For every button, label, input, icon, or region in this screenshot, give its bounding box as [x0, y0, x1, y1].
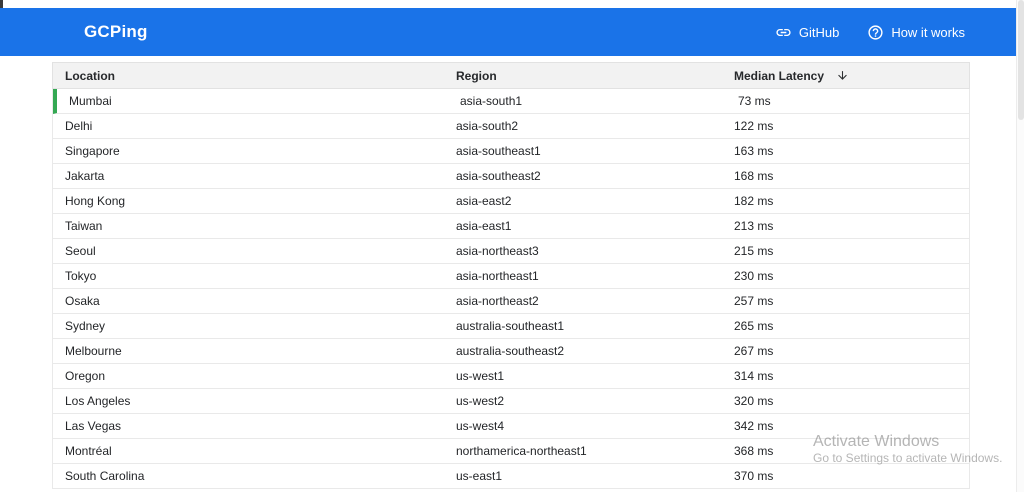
location-cell: Montréal	[65, 444, 112, 458]
location-cell: Delhi	[65, 119, 93, 133]
latency-cell: 267 ms	[734, 344, 774, 358]
region-cell: us-west4	[456, 419, 505, 433]
how-it-works-link[interactable]: How it works	[867, 24, 965, 41]
region-cell: us-west2	[456, 394, 505, 408]
region-cell: australia-southeast2	[456, 344, 565, 358]
region-cell: asia-east2	[456, 194, 512, 208]
region-cell: australia-southeast1	[456, 319, 565, 333]
table-body: Mumbai asia-south1 73 ms Delhi asia-sout…	[52, 89, 970, 489]
latency-cell: 73 ms	[738, 94, 771, 108]
location-cell: Seoul	[65, 244, 96, 258]
region-cell: asia-northeast2	[456, 294, 539, 308]
latency-cell: 163 ms	[734, 144, 774, 158]
table-row: Mumbai asia-south1 73 ms	[53, 89, 969, 114]
header-nav: GitHub How it works	[775, 24, 965, 41]
table-row: Las Vegas us-west4 342 ms	[53, 414, 969, 439]
how-it-works-label: How it works	[891, 24, 965, 40]
page: GCPing GitHub How it works Location Regi…	[0, 0, 1024, 492]
region-cell: asia-south1	[460, 94, 523, 108]
table-row: Oregon us-west1 314 ms	[53, 364, 969, 389]
table-row: South Carolina us-east1 370 ms	[53, 464, 969, 489]
table-row: Sydney australia-southeast1 265 ms	[53, 314, 969, 339]
location-cell: Mumbai	[69, 94, 112, 108]
latency-cell: 265 ms	[734, 319, 774, 333]
region-cell: asia-east1	[456, 219, 512, 233]
scrollbar[interactable]	[1016, 0, 1024, 492]
location-cell: Osaka	[65, 294, 100, 308]
region-cell: northamerica-northeast1	[456, 444, 587, 458]
region-cell: us-east1	[456, 469, 503, 483]
latency-cell: 182 ms	[734, 194, 774, 208]
table-row: Osaka asia-northeast2 257 ms	[53, 289, 969, 314]
latency-cell: 215 ms	[734, 244, 774, 258]
app-title: GCPing	[84, 22, 148, 41]
column-header-location[interactable]: Location	[53, 69, 444, 83]
location-cell: Melbourne	[65, 344, 122, 358]
latency-cell: 122 ms	[734, 119, 774, 133]
github-link-label: GitHub	[798, 24, 840, 40]
table-row: Singapore asia-southeast1 163 ms	[53, 139, 969, 164]
region-cell: asia-northeast1	[456, 269, 539, 283]
latency-cell: 230 ms	[734, 269, 774, 283]
region-cell: asia-southeast2	[456, 169, 541, 183]
latency-cell: 213 ms	[734, 219, 774, 233]
location-cell: Los Angeles	[65, 394, 131, 408]
location-cell: Singapore	[65, 144, 120, 158]
table-row: Delhi asia-south2 122 ms	[53, 114, 969, 139]
location-cell: Las Vegas	[65, 419, 122, 433]
table-row: Seoul asia-northeast3 215 ms	[53, 239, 969, 264]
latency-cell: 257 ms	[734, 294, 774, 308]
region-cell: asia-southeast1	[456, 144, 541, 158]
app-header: GCPing GitHub How it works	[0, 8, 1016, 56]
latency-cell: 314 ms	[734, 369, 774, 383]
location-cell: Taiwan	[65, 219, 103, 233]
link-icon	[775, 24, 792, 41]
table-header-row: Location Region Median Latency	[52, 62, 970, 89]
column-header-region[interactable]: Region	[444, 69, 722, 83]
location-cell: Oregon	[65, 369, 106, 383]
latency-cell: 370 ms	[734, 469, 774, 483]
table-row: Hong Kong asia-east2 182 ms	[53, 189, 969, 214]
table-row: Melbourne australia-southeast2 267 ms	[53, 339, 969, 364]
latency-table: Location Region Median Latency Mumbai as…	[52, 62, 970, 489]
column-header-latency-label: Median Latency	[734, 68, 825, 83]
table-row: Los Angeles us-west2 320 ms	[53, 389, 969, 414]
github-link[interactable]: GitHub	[775, 24, 839, 41]
column-header-latency[interactable]: Median Latency	[722, 69, 969, 83]
table-row: Montréal northamerica-northeast1 368 ms	[53, 439, 969, 464]
sort-descending-icon	[836, 69, 849, 82]
table-row: Jakarta asia-southeast2 168 ms	[53, 164, 969, 189]
region-cell: asia-south2	[456, 119, 519, 133]
location-cell: Jakarta	[65, 169, 105, 183]
location-cell: Sydney	[65, 319, 106, 333]
latency-cell: 168 ms	[734, 169, 774, 183]
location-cell: Tokyo	[65, 269, 97, 283]
browser-edge-artifact	[0, 0, 3, 8]
region-cell: asia-northeast3	[456, 244, 539, 258]
table-row: Taiwan asia-east1 213 ms	[53, 214, 969, 239]
latency-cell: 342 ms	[734, 419, 774, 433]
table-row: Tokyo asia-northeast1 230 ms	[53, 264, 969, 289]
location-cell: South Carolina	[65, 469, 145, 483]
region-cell: us-west1	[456, 369, 505, 383]
help-icon	[867, 24, 884, 41]
scrollbar-thumb[interactable]	[1018, 0, 1024, 120]
location-cell: Hong Kong	[65, 194, 126, 208]
latency-cell: 320 ms	[734, 394, 774, 408]
latency-cell: 368 ms	[734, 444, 774, 458]
